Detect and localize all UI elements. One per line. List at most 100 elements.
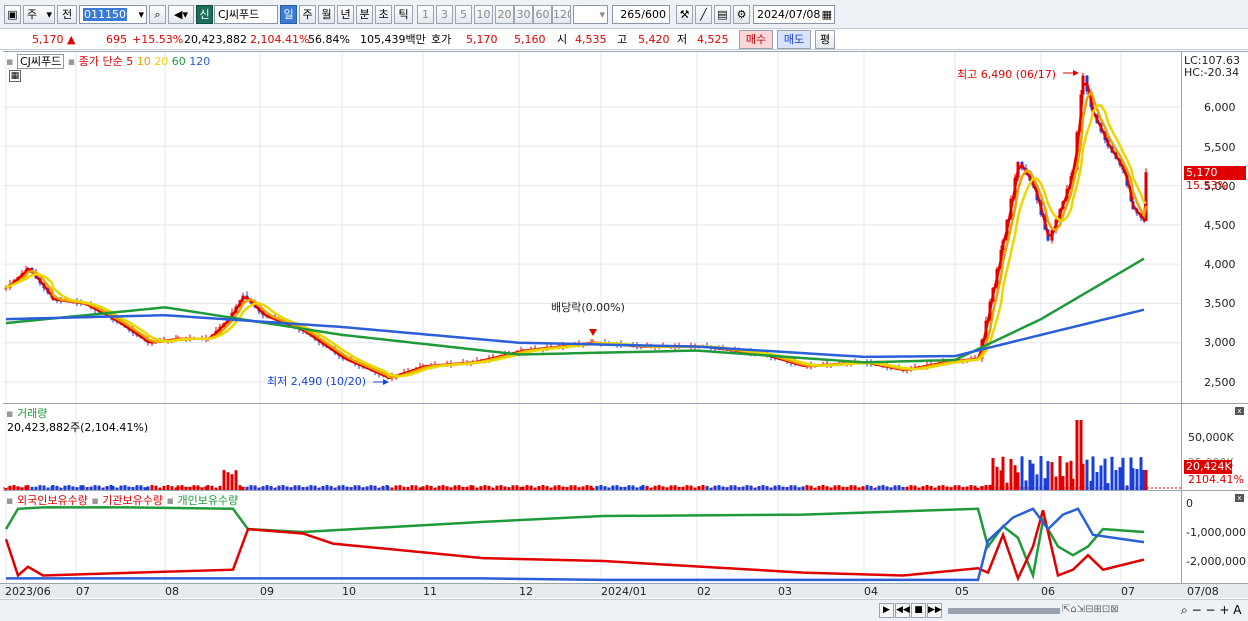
- volume-current-tag: 20,424K: [1184, 460, 1232, 474]
- prev-button[interactable]: 전: [57, 5, 77, 24]
- zoom-search-icon[interactable]: ⌕: [1181, 603, 1188, 617]
- volume-bar: [1071, 478, 1075, 490]
- volume-bar: [1028, 459, 1032, 490]
- interval-1[interactable]: 1: [417, 5, 434, 24]
- change-value: 695: [106, 33, 127, 46]
- tab-tick[interactable]: 틱: [394, 5, 413, 24]
- speaker-icon[interactable]: ◀▾: [168, 5, 194, 24]
- trend-icon[interactable]: ╱: [695, 5, 712, 24]
- volume-y-axis: 50,000K 25,000K 20,424K 2104.41% x: [1181, 403, 1248, 490]
- zoom-in-icon[interactable]: +: [1219, 603, 1229, 617]
- save-icon[interactable]: ▤: [714, 5, 731, 24]
- table-icon[interactable]: ▦: [9, 70, 21, 82]
- play-icon[interactable]: ▶: [879, 603, 894, 618]
- volume-bar: [1106, 483, 1110, 490]
- legend-square-icon: ▪: [166, 494, 174, 507]
- stop-icon[interactable]: ■: [911, 603, 926, 618]
- volume-bar: [1043, 478, 1047, 490]
- legend-ma120: 120: [189, 55, 211, 68]
- legend-ma5: 5: [126, 55, 134, 68]
- tab-minute[interactable]: 분: [356, 5, 373, 24]
- stock-name-field[interactable]: CJ씨푸드: [214, 5, 278, 24]
- scroll-track[interactable]: [948, 608, 1060, 614]
- drawing-tools-icon[interactable]: ⇱⌂⇲⊟⊞⊡⊠: [1062, 604, 1180, 618]
- navigation-bar: ▶ ◀◀ ■ ▶▶ ⇱⌂⇲⊟⊞⊡⊠ ⌕ − − + A: [0, 599, 1248, 621]
- change-percent: +15.53%: [132, 33, 184, 46]
- legend-foreign: 외국인보유수량: [16, 494, 88, 507]
- volume-bar: [1009, 458, 1013, 490]
- volume-pane: ▪ 거래량 20,423,882주(2,104.41%): [3, 403, 1245, 491]
- volume-bar: [1091, 456, 1095, 490]
- x-tick: 08: [165, 585, 179, 598]
- interval-30[interactable]: 30: [514, 5, 533, 24]
- pane-close-icon[interactable]: x: [1235, 494, 1244, 502]
- zoom-out-icon[interactable]: −: [1192, 603, 1202, 617]
- sell-button[interactable]: 매도: [777, 30, 811, 49]
- interval-10[interactable]: 10: [474, 5, 493, 24]
- volume-bar: [234, 470, 238, 490]
- x-tick: 07: [76, 585, 90, 598]
- y-tick: 0: [1186, 497, 1193, 510]
- holding-y-axis: 0 -1,000,000 -2,000,000 x: [1181, 490, 1248, 583]
- current-price-tag: 5,170: [1184, 166, 1246, 180]
- low-label: 저: [677, 33, 688, 46]
- high-annotation: 최고 6,490 (06/17): [957, 68, 1057, 81]
- interval-60[interactable]: 60: [533, 5, 552, 24]
- hoga-bid: 5,160: [514, 33, 546, 46]
- volume-bar: [1054, 476, 1058, 490]
- gear-icon[interactable]: ⚙: [733, 5, 750, 24]
- x-tick: 03: [778, 585, 792, 598]
- tab-year[interactable]: 년: [337, 5, 354, 24]
- fast-forward-icon[interactable]: ▶▶: [927, 603, 942, 618]
- interval-5[interactable]: 5: [455, 5, 472, 24]
- ma-line-5: [5, 81, 1148, 380]
- date-input[interactable]: 2024/07/08 ▦: [753, 5, 835, 24]
- price-legend: ▪ CJ씨푸드 ▪ 종가 단순 5 10 20 60 120: [6, 53, 210, 69]
- x-tick: 2023/06: [5, 585, 51, 598]
- tab-week[interactable]: 주: [299, 5, 316, 24]
- pane-close-icon[interactable]: x: [1235, 407, 1244, 415]
- stock-code-input[interactable]: 011150 ▾: [79, 5, 147, 24]
- volume-chart[interactable]: [3, 404, 1181, 491]
- market-dropdown[interactable]: 주 ▾: [23, 5, 55, 24]
- interval-120[interactable]: 120: [552, 5, 571, 24]
- new-badge[interactable]: 신: [196, 5, 213, 24]
- volume-bar: [1121, 457, 1125, 490]
- stock-name-tag: CJ씨푸드: [16, 54, 65, 69]
- low-annotation: 최저 2,490 (10/20): [267, 375, 367, 388]
- volume-bar: [1058, 456, 1062, 490]
- eval-button[interactable]: 평: [815, 30, 835, 49]
- search-icon[interactable]: ⌕: [149, 5, 166, 24]
- font-size-icon[interactable]: A: [1233, 603, 1241, 617]
- volume-subtitle: 20,423,882주(2,104.41%): [7, 421, 149, 434]
- volume-bar: [1081, 463, 1085, 490]
- volume-bar: [991, 457, 995, 490]
- y-tick: 5,500: [1204, 141, 1236, 154]
- line-icon[interactable]: −: [1205, 603, 1215, 617]
- volume-bar: [230, 474, 234, 490]
- interval-3[interactable]: 3: [436, 5, 453, 24]
- volume-value: 20,423,882: [184, 33, 247, 46]
- interval-20[interactable]: 20: [495, 5, 514, 24]
- y-tick: 50,000K: [1188, 431, 1234, 444]
- stock-code-value: 011150: [83, 8, 127, 21]
- tab-month[interactable]: 월: [318, 5, 335, 24]
- volume-bar: [1099, 465, 1103, 490]
- rewind-icon[interactable]: ◀◀: [895, 603, 910, 618]
- tab-day[interactable]: 일: [280, 5, 297, 24]
- y-tick: 3,500: [1204, 297, 1236, 310]
- hoga-ask: 5,170: [466, 33, 498, 46]
- legend-square-icon: ▪: [6, 494, 14, 507]
- price-chart[interactable]: [3, 52, 1181, 404]
- volume-bar: [995, 466, 999, 490]
- x-tick: 2024/01: [601, 585, 647, 598]
- count-field[interactable]: 265/600: [612, 5, 670, 24]
- high-value: 5,420: [638, 33, 670, 46]
- buy-button[interactable]: 매수: [739, 30, 773, 49]
- layout-icon[interactable]: ▣: [4, 5, 21, 24]
- volume-bar: [1016, 472, 1020, 490]
- tab-second[interactable]: 초: [375, 5, 392, 24]
- interval-custom-dropdown[interactable]: ▾: [573, 5, 608, 24]
- tools-icon[interactable]: ⚒: [676, 5, 693, 24]
- volume-bar: [1046, 461, 1050, 490]
